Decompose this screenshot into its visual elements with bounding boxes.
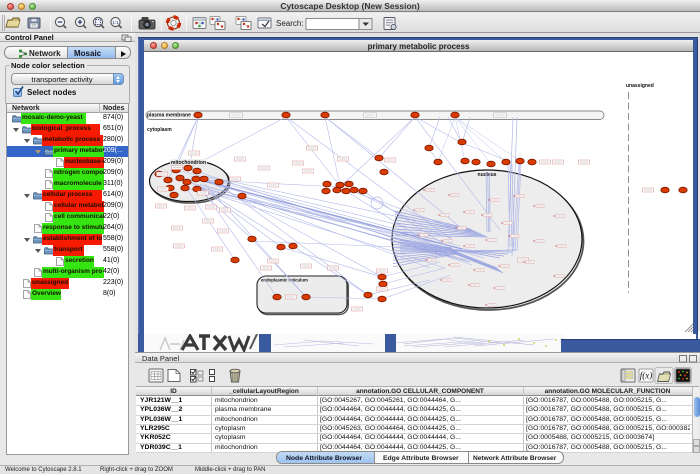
svg-text:f(x): f(x) bbox=[640, 371, 653, 381]
svg-text:endoplasmic reticulum: endoplasmic reticulum bbox=[261, 278, 308, 283]
svg-text:plasma membrane: plasma membrane bbox=[147, 113, 191, 119]
svg-text:Search:: Search: bbox=[276, 19, 304, 28]
svg-text:mitochondrion: mitochondrion bbox=[171, 160, 206, 166]
svg-text:1:1: 1:1 bbox=[112, 20, 119, 25]
svg-text:cytoplasm: cytoplasm bbox=[147, 127, 172, 133]
svg-text:nucleus: nucleus bbox=[478, 172, 497, 178]
svg-text:unassigned: unassigned bbox=[626, 83, 654, 89]
